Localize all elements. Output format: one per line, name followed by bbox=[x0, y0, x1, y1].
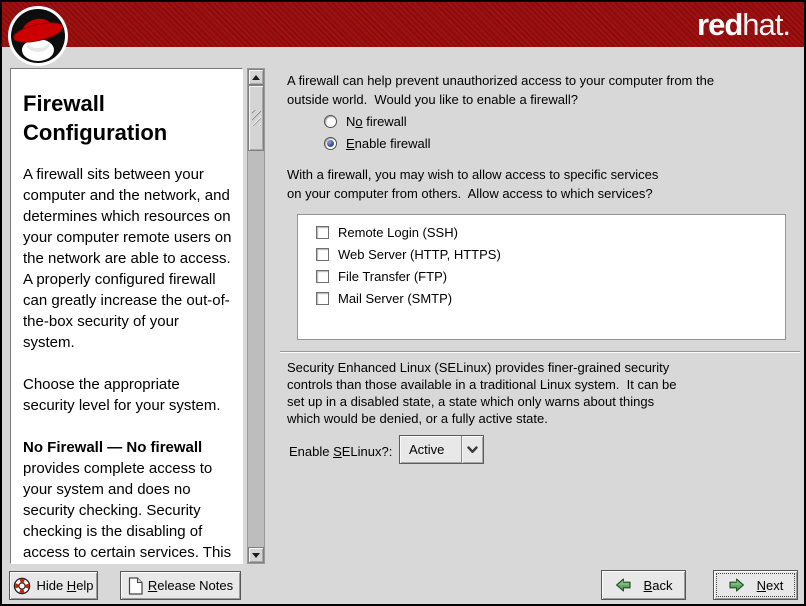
arrow-up-icon bbox=[252, 75, 260, 80]
brand-light-text: hat. bbox=[742, 7, 790, 42]
dropdown-arrow-area[interactable] bbox=[461, 436, 483, 463]
service-label: Web Server (HTTP, HTTPS) bbox=[338, 247, 501, 262]
hide-help-label: Hide Help bbox=[36, 578, 93, 593]
selinux-label: Enable SELinux?: bbox=[289, 444, 392, 459]
service-label: File Transfer (FTP) bbox=[338, 269, 447, 284]
hide-help-button[interactable]: Hide Help bbox=[9, 571, 98, 600]
service-row-web[interactable]: Web Server (HTTP, HTTPS) bbox=[316, 243, 785, 265]
brand-bold-text: red bbox=[697, 7, 742, 42]
scroll-up-button[interactable] bbox=[248, 69, 264, 85]
help-paragraph-2: Choose the appropriate security level fo… bbox=[23, 374, 234, 416]
help-paragraph-1: A firewall sits between your computer an… bbox=[23, 164, 234, 353]
chevron-down-icon bbox=[467, 446, 478, 454]
next-label: Next bbox=[757, 578, 784, 593]
release-notes-button[interactable]: Release Notes bbox=[120, 571, 241, 600]
service-row-ssh[interactable]: Remote Login (SSH) bbox=[316, 221, 785, 243]
firewall-question-text: A firewall can help prevent unauthorized… bbox=[287, 71, 792, 109]
installer-window: redhat. Firewall Configuration A firewal… bbox=[0, 0, 806, 606]
redhat-shadowman-logo-icon bbox=[7, 5, 69, 67]
help-bold-term-2: No firewall bbox=[126, 439, 202, 456]
document-icon bbox=[128, 577, 143, 595]
next-button[interactable]: Next bbox=[713, 570, 798, 600]
release-notes-label: Release Notes bbox=[148, 578, 233, 593]
help-dash: — bbox=[103, 439, 126, 456]
radio-enable-firewall-label: Enable firewall bbox=[346, 136, 431, 151]
help-paragraph-3: No Firewall — No firewall provides compl… bbox=[23, 437, 234, 564]
service-row-ftp[interactable]: File Transfer (FTP) bbox=[316, 265, 785, 287]
back-button[interactable]: Back bbox=[601, 570, 686, 600]
checkbox-icon[interactable] bbox=[316, 270, 329, 283]
radio-no-firewall-label: No firewall bbox=[346, 114, 407, 129]
lifebuoy-icon bbox=[13, 577, 31, 595]
help-paragraph-3-text: provides complete access to your system … bbox=[23, 460, 231, 564]
scroll-thumb[interactable] bbox=[248, 85, 264, 151]
service-label: Mail Server (SMTP) bbox=[338, 291, 452, 306]
selinux-description: Security Enhanced Linux (SELinux) provid… bbox=[287, 359, 792, 427]
help-panel: Firewall Configuration A firewall sits b… bbox=[10, 68, 243, 564]
radio-enable-firewall[interactable]: Enable firewall bbox=[324, 135, 431, 151]
service-row-smtp[interactable]: Mail Server (SMTP) bbox=[316, 287, 785, 309]
arrow-down-icon bbox=[252, 553, 260, 558]
radio-no-firewall[interactable]: No firewall bbox=[324, 113, 407, 129]
next-arrow-icon bbox=[728, 577, 745, 593]
thumb-grip-icon bbox=[252, 110, 261, 126]
checkbox-icon[interactable] bbox=[316, 226, 329, 239]
back-arrow-icon bbox=[615, 577, 632, 593]
selinux-dropdown[interactable]: Active bbox=[399, 435, 484, 464]
help-scrollbar[interactable] bbox=[247, 68, 265, 564]
services-box: Remote Login (SSH) Web Server (HTTP, HTT… bbox=[297, 214, 786, 340]
services-question-text: With a firewall, you may wish to allow a… bbox=[287, 165, 792, 203]
brand-wordmark: redhat. bbox=[697, 8, 790, 42]
service-label: Remote Login (SSH) bbox=[338, 225, 458, 240]
section-separator bbox=[280, 351, 800, 353]
checkbox-icon[interactable] bbox=[316, 292, 329, 305]
radio-button-icon[interactable] bbox=[324, 137, 337, 150]
help-title: Firewall Configuration bbox=[23, 89, 234, 147]
radio-button-icon[interactable] bbox=[324, 115, 337, 128]
help-bold-term: No Firewall bbox=[23, 439, 103, 456]
scroll-down-button[interactable] bbox=[248, 547, 264, 563]
dropdown-value: Active bbox=[400, 442, 461, 457]
header-banner: redhat. bbox=[2, 2, 804, 47]
checkbox-icon[interactable] bbox=[316, 248, 329, 261]
back-label: Back bbox=[644, 578, 673, 593]
